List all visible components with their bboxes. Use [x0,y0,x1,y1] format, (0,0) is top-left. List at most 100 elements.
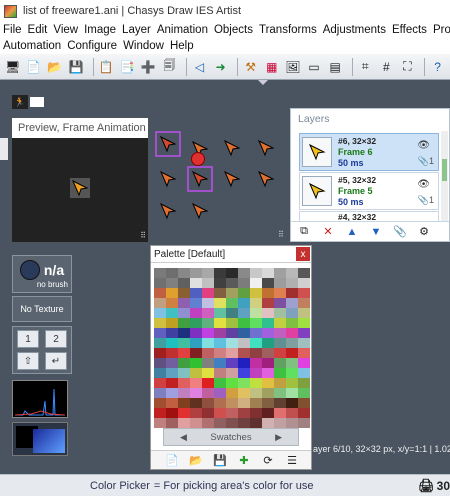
palette-swatch[interactable] [226,298,238,308]
palette-swatch[interactable] [298,398,310,408]
animation-frame-cell[interactable] [253,166,279,192]
help-icon[interactable]: ? [429,58,446,76]
add-layer-icon[interactable]: ➕ [140,58,157,76]
palette-swatch[interactable] [166,388,178,398]
palette-swatch[interactable] [298,358,310,368]
palette-swatch[interactable] [238,398,250,408]
animation-frame-cell[interactable] [187,198,213,224]
palette-swatch[interactable] [298,348,310,358]
palette-swatch[interactable] [274,328,286,338]
palette-swatch[interactable] [190,268,202,278]
palette-swatch[interactable] [154,318,166,328]
delete-layer-icon[interactable]: ✕ [320,224,336,240]
palette-swatch[interactable] [154,358,166,368]
palette-swatch[interactable] [238,358,250,368]
palette-swatch[interactable] [214,378,226,388]
palette-swatch[interactable] [178,358,190,368]
palette-swatch[interactable] [262,278,274,288]
palette-swatch[interactable] [154,338,166,348]
palette-swatch[interactable] [202,378,214,388]
palette-swatch[interactable] [166,378,178,388]
palette-swatch[interactable] [178,328,190,338]
palette-swatch[interactable] [274,358,286,368]
new-palette-icon[interactable]: 📄 [163,454,181,467]
palette-swatch[interactable] [238,278,250,288]
palette-swatch[interactable] [262,388,274,398]
palette-swatch[interactable] [286,398,298,408]
brush-selector[interactable]: n/a no brush [12,255,72,293]
add-color-icon[interactable]: ✚ [235,454,253,467]
menu-view[interactable]: View [52,24,83,36]
palette-swatch[interactable] [202,278,214,288]
palette-swatch[interactable] [214,268,226,278]
palette-swatch[interactable] [214,288,226,298]
palette-swatch[interactable] [178,278,190,288]
palette-swatch[interactable] [178,398,190,408]
palette-swatch[interactable] [250,368,262,378]
palette-swatch[interactable] [166,278,178,288]
palette-swatch[interactable] [250,408,262,418]
palette-swatch[interactable] [226,418,238,428]
palette-swatch[interactable] [238,318,250,328]
palette-swatch[interactable] [298,378,310,388]
palette-swatch[interactable] [238,348,250,358]
chevron-down-icon[interactable] [258,80,268,85]
palette-swatch[interactable] [262,338,274,348]
palette-swatch[interactable] [262,328,274,338]
palette-swatch[interactable] [262,268,274,278]
palette-swatch[interactable] [274,308,286,318]
palette-swatch[interactable] [250,328,262,338]
palette-swatch[interactable] [238,388,250,398]
palette-swatch[interactable] [274,278,286,288]
palette-swatch[interactable] [178,378,190,388]
menu-automation[interactable]: Automation [2,40,66,52]
animation-frame-cell[interactable] [219,166,245,192]
palette-swatch[interactable] [166,308,178,318]
palette-swatch[interactable] [274,338,286,348]
palette-swatch[interactable] [274,268,286,278]
animation-frame-cell[interactable] [155,198,181,224]
palette-swatch[interactable] [190,398,202,408]
palette-swatch[interactable] [262,308,274,318]
new-file-icon[interactable]: 📄 [25,58,42,76]
palette-swatch[interactable] [214,388,226,398]
palette-swatch[interactable] [262,408,274,418]
layer-row[interactable]: #4, 32×32 [299,211,439,221]
palette-swatch[interactable] [286,368,298,378]
menu-file[interactable]: File [2,24,27,36]
palette-swatch[interactable] [250,308,262,318]
palette-swatch[interactable] [250,388,262,398]
layers-scroll-thumb[interactable] [442,159,447,181]
palette-swatch[interactable] [274,318,286,328]
palette-swatch[interactable] [202,358,214,368]
palette-swatch[interactable] [262,348,274,358]
palette-swatch[interactable] [178,288,190,298]
palette-swatch[interactable] [190,408,202,418]
palette-swatch[interactable] [202,318,214,328]
menu-objects[interactable]: Objects [213,24,258,36]
palette-swatch[interactable] [190,338,202,348]
palette-swatch[interactable] [154,288,166,298]
palette-swatch[interactable] [262,398,274,408]
palette-swatch[interactable] [202,288,214,298]
palette-swatch[interactable] [250,358,262,368]
image-icon[interactable]: 🖼 [284,58,301,76]
screen-icon[interactable]: 🖥 [4,58,21,76]
palette-swatch[interactable] [166,268,178,278]
palette-swatch[interactable] [202,418,214,428]
attach-icon[interactable]: 📎 [392,224,408,240]
duplicate-icon[interactable]: 🗐 [161,58,178,76]
palette-swatch[interactable] [274,348,286,358]
palette-swatch[interactable] [298,278,310,288]
palette-swatch[interactable] [262,378,274,388]
palette-swatch[interactable] [178,418,190,428]
palette-swatch[interactable] [202,398,214,408]
menu-layer[interactable]: Layer [121,24,156,36]
palette-swatch[interactable] [226,408,238,418]
palette-swatch[interactable] [250,278,262,288]
palette-swatch[interactable] [214,398,226,408]
move-down-icon[interactable]: ▼ [368,224,384,240]
enter-button[interactable]: ↵ [45,352,67,370]
move-up-icon[interactable]: ▲ [344,224,360,240]
palette-swatch[interactable] [286,298,298,308]
